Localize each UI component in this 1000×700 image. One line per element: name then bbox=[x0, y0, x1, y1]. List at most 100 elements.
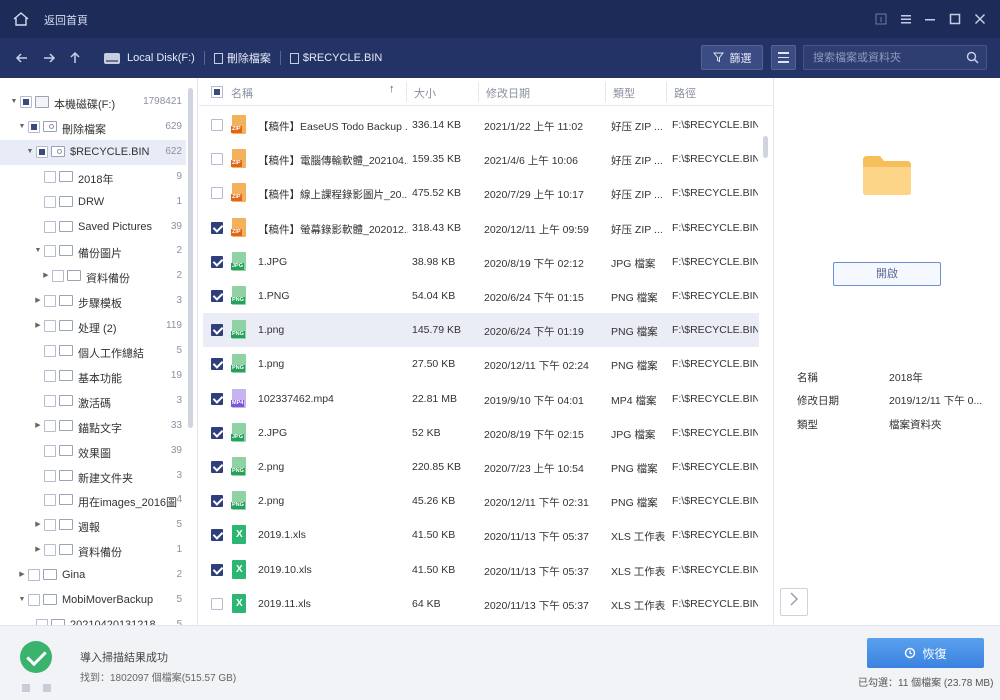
select-all-checkbox[interactable] bbox=[211, 86, 223, 98]
tree-checkbox[interactable] bbox=[28, 594, 40, 606]
file-row[interactable]: PNG 2.png 220.85 KB 2020/7/23 上午 10:54 PNG 檔… bbox=[203, 450, 759, 484]
expand-right-icon[interactable]: ▶ bbox=[34, 322, 42, 330]
column-type[interactable]: 類型 bbox=[613, 85, 635, 101]
file-row[interactable]: X 2019.10.xls 41.50 KB 2020/11/13 下午 05:37 X… bbox=[203, 553, 759, 587]
file-checkbox[interactable] bbox=[211, 221, 223, 234]
file-row[interactable]: JPG 1.JPG 38.98 KB 2020/8/19 下午 02:12 JPG 檔案… bbox=[203, 245, 759, 279]
file-row[interactable]: PNG 1.PNG 54.04 KB 2020/6/24 下午 01:15 PNG 檔案… bbox=[203, 279, 759, 313]
tree-checkbox[interactable] bbox=[44, 245, 56, 258]
tree-checkbox[interactable] bbox=[20, 96, 32, 108]
file-row[interactable]: PNG 2.png 45.26 KB 2020/12/11 下午 02:31 PNG 檔… bbox=[203, 484, 759, 518]
tree-item[interactable]: ▼ MobiMoverBackup 5 bbox=[0, 588, 186, 613]
column-size[interactable]: 大小 bbox=[414, 85, 436, 101]
tree-checkbox[interactable] bbox=[44, 220, 56, 233]
column-path[interactable]: 路徑 bbox=[674, 85, 696, 101]
tree-checkbox[interactable] bbox=[44, 195, 56, 208]
tree-item[interactable]: ▼ 備份圖片 2 bbox=[0, 239, 186, 264]
back-arrow-icon[interactable] bbox=[14, 50, 30, 66]
file-checkbox[interactable] bbox=[211, 153, 223, 166]
file-checkbox[interactable] bbox=[211, 563, 223, 576]
tree-checkbox[interactable] bbox=[44, 419, 56, 432]
tree-item[interactable]: 20210420131218 5 bbox=[0, 613, 186, 625]
file-checkbox[interactable] bbox=[211, 426, 223, 439]
tree-item[interactable]: 新建文件夹 3 bbox=[0, 464, 186, 489]
tree-checkbox[interactable] bbox=[44, 544, 56, 557]
tree-item[interactable]: 2018年 9 bbox=[0, 165, 186, 190]
maximize-icon[interactable] bbox=[947, 11, 963, 27]
sort-ascending-icon[interactable]: ↑ bbox=[389, 83, 395, 95]
expand-right-icon[interactable]: ▶ bbox=[34, 521, 42, 529]
tree-item[interactable]: ▼ 本機磁碟(F:) 1798421 bbox=[0, 90, 186, 115]
pause-icon[interactable] bbox=[22, 684, 30, 692]
up-arrow-icon[interactable] bbox=[67, 50, 83, 66]
tree-checkbox[interactable] bbox=[44, 170, 56, 183]
tree-item[interactable]: ▶ 週報 5 bbox=[0, 513, 186, 538]
expand-right-icon[interactable]: ▶ bbox=[18, 571, 26, 579]
tree-checkbox[interactable] bbox=[44, 369, 56, 382]
breadcrumb-deleted-files[interactable]: 刪除檔案 bbox=[227, 50, 271, 66]
tree-checkbox[interactable] bbox=[44, 295, 56, 308]
tree-item[interactable]: ▶ 步驟模板 3 bbox=[0, 289, 186, 314]
file-checkbox[interactable] bbox=[211, 255, 223, 268]
file-row[interactable]: X 2019.1.xls 41.50 KB 2020/11/13 下午 05:37 XL… bbox=[203, 518, 759, 552]
tree-item[interactable]: ▶ 錨點文字 33 bbox=[0, 414, 186, 439]
menu-icon[interactable] bbox=[898, 11, 914, 27]
tree-item[interactable]: ▼ 刪除檔案 629 bbox=[0, 115, 186, 140]
tree-checkbox[interactable] bbox=[44, 320, 56, 333]
tree-item[interactable]: ▶ 資料備份 2 bbox=[0, 264, 186, 289]
file-row[interactable]: JPG 2.JPG 52 KB 2020/8/19 下午 02:15 JPG 檔案 F:\… bbox=[203, 416, 759, 450]
file-checkbox[interactable] bbox=[211, 324, 223, 337]
back-to-home-link[interactable]: 返回首頁 bbox=[44, 12, 88, 28]
expand-right-icon[interactable]: ▶ bbox=[34, 422, 42, 430]
file-checkbox[interactable] bbox=[211, 392, 223, 405]
column-date[interactable]: 修改日期 bbox=[486, 85, 530, 101]
minimize-icon[interactable] bbox=[922, 11, 938, 27]
file-row[interactable]: ZIP 【稿件】電腦傳輸軟體_202104... 159.35 KB 2021/4/6… bbox=[203, 142, 759, 176]
file-row[interactable]: ZIP 【稿件】線上課程錄影圖片_20... 475.52 KB 2020/7/29 … bbox=[203, 176, 759, 210]
file-row[interactable]: PNG 1.png 27.50 KB 2020/12/11 下午 02:24 PNG 檔… bbox=[203, 347, 759, 381]
expand-down-icon[interactable]: ▼ bbox=[18, 596, 26, 604]
tree-item[interactable]: ▶ Gina 2 bbox=[0, 563, 186, 588]
search-icon[interactable] bbox=[966, 51, 979, 64]
filter-button[interactable]: 篩選 bbox=[701, 45, 763, 70]
breadcrumb-recycle-bin[interactable]: $RECYCLE.BIN bbox=[303, 52, 382, 64]
tree-item[interactable]: 激活碼 3 bbox=[0, 389, 186, 414]
expand-down-icon[interactable]: ▼ bbox=[26, 148, 34, 156]
file-checkbox[interactable] bbox=[211, 119, 223, 131]
tree-item[interactable]: 用在images_2016圖 4 bbox=[0, 488, 186, 513]
file-checkbox[interactable] bbox=[211, 495, 223, 508]
home-icon[interactable] bbox=[12, 11, 30, 27]
open-button[interactable]: 開啟 bbox=[833, 262, 941, 286]
tree-checkbox[interactable] bbox=[44, 519, 56, 532]
close-icon[interactable] bbox=[972, 11, 988, 27]
file-checkbox[interactable] bbox=[211, 529, 223, 542]
list-view-button[interactable] bbox=[771, 45, 796, 70]
expand-down-icon[interactable]: ▼ bbox=[18, 123, 26, 131]
tree-scrollbar[interactable] bbox=[188, 88, 193, 428]
expand-down-icon[interactable]: ▼ bbox=[34, 247, 42, 255]
stop-icon[interactable] bbox=[43, 684, 51, 692]
breadcrumb-disk[interactable]: Local Disk(F:) bbox=[127, 52, 195, 64]
tree-checkbox[interactable] bbox=[44, 494, 56, 507]
expand-down-icon[interactable]: ▼ bbox=[10, 98, 18, 106]
expand-right-icon[interactable]: ▶ bbox=[42, 272, 50, 280]
recover-button[interactable]: 恢復 bbox=[867, 638, 984, 668]
tree-checkbox[interactable] bbox=[44, 469, 56, 482]
tree-checkbox[interactable] bbox=[44, 394, 56, 407]
tree-checkbox[interactable] bbox=[52, 270, 64, 283]
next-preview-button[interactable] bbox=[780, 588, 808, 616]
expand-right-icon[interactable]: ▶ bbox=[34, 297, 42, 305]
info-icon[interactable] bbox=[873, 11, 889, 27]
tree-item[interactable]: 效果圖 39 bbox=[0, 439, 186, 464]
file-checkbox[interactable] bbox=[211, 461, 223, 473]
tree-item[interactable]: 個人工作總結 5 bbox=[0, 339, 186, 364]
list-scrollbar[interactable] bbox=[763, 136, 768, 158]
file-checkbox[interactable] bbox=[211, 597, 223, 610]
expand-right-icon[interactable]: ▶ bbox=[34, 546, 42, 554]
tree-checkbox[interactable] bbox=[28, 569, 40, 582]
tree-item[interactable]: ▶ 資料備份 1 bbox=[0, 538, 186, 563]
file-row[interactable]: X 2019.11.xls 64 KB 2020/11/13 下午 05:37 XLS … bbox=[203, 587, 759, 621]
tree-item[interactable]: Saved Pictures 39 bbox=[0, 215, 186, 240]
tree-checkbox[interactable] bbox=[28, 120, 40, 133]
tree-item[interactable]: 基本功能 19 bbox=[0, 364, 186, 389]
